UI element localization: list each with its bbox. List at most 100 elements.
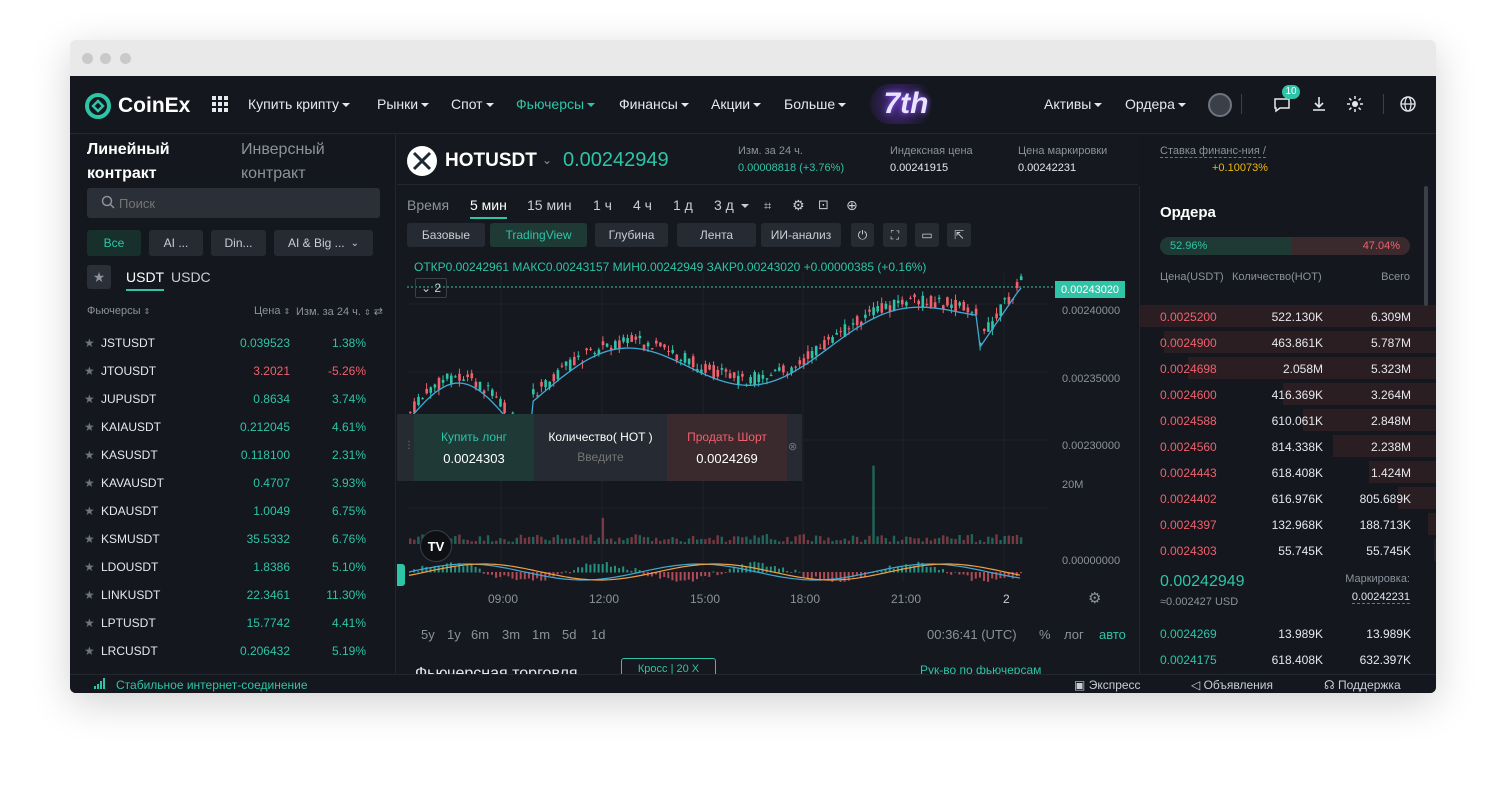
ask-row[interactable]: 0.0024402 616.976K 805.689K [1140, 485, 1436, 511]
tradingview-logo[interactable]: TV [420, 530, 452, 562]
filter-all[interactable]: Все [87, 230, 141, 256]
tab-usdc[interactable]: USDC [171, 269, 211, 285]
close-icon[interactable]: ⊗ [788, 440, 797, 453]
tab-linear-contract[interactable]: Линейный контракт [87, 138, 207, 186]
bid-row[interactable]: 0.0024269 13.989K 13.989K [1140, 620, 1436, 646]
ask-row[interactable]: 0.0024900 463.861K 5.787M [1140, 329, 1436, 355]
support-link[interactable]: ☊ Поддержка [1324, 678, 1401, 692]
quantity-input[interactable] [545, 448, 656, 466]
range-3m[interactable]: 3m [502, 627, 520, 642]
panel-layout-icon[interactable]: ▭ [915, 223, 939, 247]
filter-ai-big-data[interactable]: AI & Big ... ⌄ [274, 230, 373, 256]
settings-gear-icon[interactable]: ⚙ [792, 197, 805, 214]
theme-sun-icon[interactable] [1347, 96, 1363, 115]
market-row[interactable]: ★ LINKUSDT 22.3461 11.30% [84, 580, 380, 608]
scale-auto[interactable]: авто [1099, 627, 1126, 642]
fullscreen-icon[interactable]: ⛶ [883, 223, 907, 247]
view-trades-feed[interactable]: Лента [677, 223, 756, 247]
market-row[interactable]: ★ KASUSDT 0.118100 2.31% [84, 440, 380, 468]
market-row[interactable]: ★ LPTUSDT 15.7742 4.41% [84, 608, 380, 636]
search-box[interactable] [87, 188, 380, 218]
margin-mode-leverage-button[interactable]: Кросс | 20 X [621, 658, 716, 674]
favorite-star-icon[interactable]: ★ [84, 364, 95, 378]
chat-icon[interactable] [1273, 97, 1291, 116]
interval-4h[interactable]: 4 ч [633, 197, 652, 213]
ask-row[interactable]: 0.0024588 610.061K 2.848M [1140, 407, 1436, 433]
avatar[interactable] [1208, 93, 1232, 117]
nav-assets[interactable]: Активы [1044, 96, 1103, 112]
view-depth[interactable]: Глубина [595, 223, 668, 247]
view-tradingview[interactable]: TradingView [490, 223, 587, 247]
nav-spot[interactable]: Спот [451, 96, 494, 112]
favorite-star-icon[interactable]: ★ [84, 616, 95, 630]
favorite-star-icon[interactable]: ★ [84, 476, 95, 490]
scrollbar[interactable] [1424, 186, 1428, 306]
view-basic[interactable]: Базовые [407, 223, 485, 247]
tab-inverse-contract[interactable]: Инверсный контракт [241, 138, 361, 186]
power-icon[interactable]: ⏻ [851, 223, 874, 247]
favorite-star-icon[interactable]: ★ [84, 560, 95, 574]
drag-handle-icon[interactable]: ⋮ [404, 440, 414, 451]
nav-orders[interactable]: Ордера [1125, 96, 1186, 112]
nav-buy-crypto[interactable]: Купить крипту [248, 96, 351, 112]
interval-1h[interactable]: 1 ч [593, 197, 612, 213]
range-6m[interactable]: 6m [471, 627, 489, 642]
nav-stocks[interactable]: Акции [711, 96, 762, 112]
filter-ai[interactable]: AI ... [149, 230, 203, 256]
ask-row[interactable]: 0.0024303 55.745K 55.745K [1140, 537, 1436, 563]
globe-language-icon[interactable] [1400, 96, 1416, 115]
search-input[interactable] [119, 194, 369, 212]
indicator-icon[interactable]: ⌗ [764, 198, 771, 214]
nav-markets[interactable]: Рынки [377, 96, 430, 112]
window-maximize-dot[interactable] [120, 53, 131, 64]
ask-row[interactable]: 0.0024560 814.338K 2.238M [1140, 433, 1436, 459]
favorite-star-icon[interactable]: ★ [84, 504, 95, 518]
window-close-dot[interactable] [82, 53, 93, 64]
favorite-star-icon[interactable]: ★ [84, 532, 95, 546]
interval-time[interactable]: Время [407, 197, 449, 213]
share-icon[interactable]: ⇱ [947, 223, 971, 247]
anniversary-promo-badge[interactable]: 7th [870, 84, 942, 124]
range-1d[interactable]: 1d [591, 627, 605, 642]
market-row[interactable]: ★ JSTUSDT 0.039523 1.38% [84, 328, 380, 356]
favorite-star-icon[interactable]: ★ [84, 336, 95, 350]
view-ai-analysis[interactable]: ИИ-анализ [761, 223, 841, 247]
quantity-field[interactable]: Количество( HOT ) [534, 414, 667, 481]
nav-finance[interactable]: Финансы [619, 96, 689, 112]
interval-15m[interactable]: 15 мин [527, 197, 572, 213]
favorite-star-icon[interactable]: ★ [84, 448, 95, 462]
market-row[interactable]: ★ KAIAUSDT 0.212045 4.61% [84, 412, 380, 440]
add-icon[interactable]: ⊕ [846, 197, 858, 214]
scale-percent[interactable]: % [1039, 627, 1051, 642]
favorite-star-icon[interactable]: ★ [84, 420, 95, 434]
market-row[interactable]: ★ JTOUSDT 3.2021 -5.26% [84, 356, 380, 384]
range-1y[interactable]: 1y [447, 627, 461, 642]
apps-grid-icon[interactable] [212, 96, 228, 115]
ticker-symbol[interactable]: HOTUSDT [445, 150, 537, 172]
ask-row[interactable]: 0.0024600 416.369K 3.264M [1140, 381, 1436, 407]
favorite-star-icon[interactable]: ★ [84, 588, 95, 602]
download-icon[interactable] [1311, 96, 1327, 115]
bid-row[interactable]: 0.0024175 618.408K 632.397K [1140, 646, 1436, 672]
express-link[interactable]: ▣ Экспресс [1074, 678, 1141, 692]
tab-usdt[interactable]: USDT [126, 269, 165, 291]
range-5d[interactable]: 5d [562, 627, 576, 642]
nav-more[interactable]: Больше [784, 96, 847, 112]
range-1m[interactable]: 1m [532, 627, 550, 642]
compare-icon[interactable]: ⊡ [818, 197, 829, 213]
ask-row[interactable]: 0.0025200 522.130K 6.309M [1140, 303, 1436, 329]
nav-futures[interactable]: Фьючерсы [516, 96, 596, 112]
ask-row[interactable]: 0.0024397 132.968K 188.713K [1140, 511, 1436, 537]
header-change[interactable]: Изм. за 24 ч. ⇕ ⇄ [296, 305, 383, 318]
chevron-down-icon[interactable]: ⌄ [542, 153, 552, 167]
sell-short-button[interactable]: Продать Шорт 0.0024269 [667, 414, 787, 481]
favorite-star-icon[interactable]: ★ [84, 644, 95, 658]
favorites-star-icon[interactable]: ★ [87, 265, 111, 289]
favorite-star-icon[interactable]: ★ [84, 392, 95, 406]
interval-5m[interactable]: 5 мин [470, 197, 507, 219]
interval-3d[interactable]: 3 д [714, 197, 749, 213]
ask-row[interactable]: 0.0024698 2.058M 5.323M [1140, 355, 1436, 381]
chart-settings-gear-icon[interactable]: ⚙ [1088, 589, 1101, 607]
header-futures[interactable]: Фьючерсы ⇕ [87, 305, 150, 317]
futures-guide-link[interactable]: Рук-во по фьючерсам [920, 663, 1041, 674]
